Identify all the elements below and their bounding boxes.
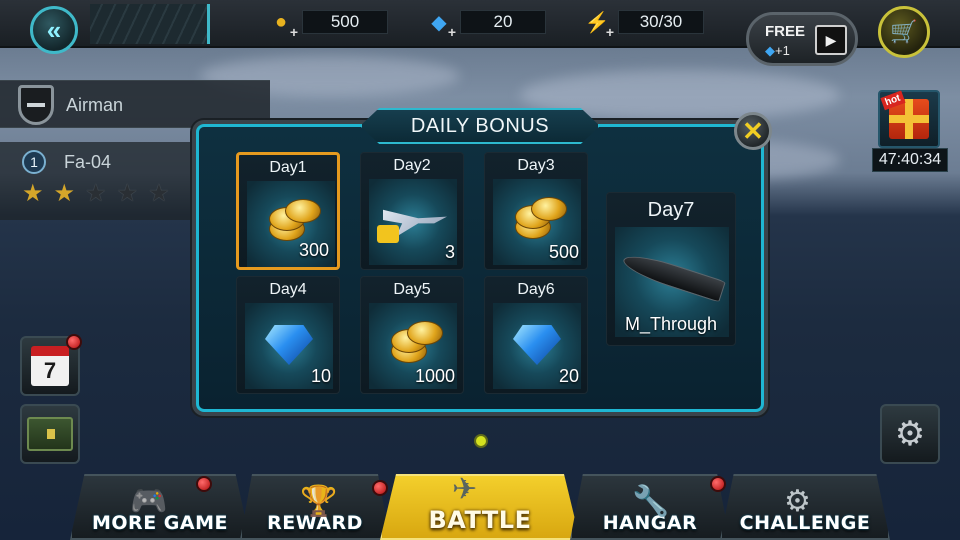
plane-name: Fa-04 — [64, 152, 112, 172]
gamepad-icon: 🎮 — [130, 485, 168, 518]
page-indicator — [474, 434, 488, 448]
wrench-icon: 🔧 — [632, 485, 670, 518]
reward-amount: 300 — [298, 240, 329, 260]
day-cell-4[interactable]: Day4 10 — [236, 276, 340, 394]
day-cell-7[interactable]: Day7 M_Through — [606, 192, 736, 346]
level-badge: 1 — [22, 150, 46, 174]
day-cell-3[interactable]: Day3 500 — [484, 152, 588, 270]
jet-part-icon — [369, 179, 457, 265]
gem-icon: ◆ — [765, 43, 775, 58]
bottom-nav: 🎮 MORE GAME 🏆 REWARD ✈ BATTLE 🔧 HANGAR ⚙… — [70, 474, 900, 540]
star-filled-icon: ★ — [53, 180, 76, 207]
reward-amount: 10 — [310, 366, 331, 386]
day-label: Day1 — [269, 159, 307, 176]
shop-button[interactable]: 🛒 — [878, 6, 930, 58]
crate-icon — [27, 417, 73, 451]
reward-name: M_Through — [624, 314, 718, 334]
star-rating: ★ ★ ★ ★ ★ — [22, 182, 170, 206]
jet-icon: ✈ — [452, 473, 478, 506]
day-cell-1[interactable]: Day1 300 — [236, 152, 340, 270]
notification-dot — [66, 334, 82, 350]
rank-row: Airman — [0, 80, 270, 128]
star-empty-icon: ★ — [85, 180, 107, 207]
reward-amount: 1000 — [414, 366, 455, 386]
day-cell-6[interactable]: Day6 20 — [484, 276, 588, 394]
video-play-icon: ▶ — [815, 25, 847, 55]
back-button[interactable]: « — [30, 6, 78, 54]
free-reward: ◆+1 — [765, 43, 790, 58]
supply-crate-button[interactable] — [20, 404, 80, 464]
hot-gift-button[interactable]: hot — [878, 90, 940, 148]
day-label: Day3 — [517, 157, 555, 174]
dialog-title: DAILY BONUS — [360, 108, 600, 144]
coins-add-icon[interactable]: ● + — [266, 8, 298, 41]
day-cell-2[interactable]: Day2 3 — [360, 152, 464, 270]
challenge-button[interactable]: ⚙ CHALLENGE — [720, 474, 890, 540]
more-game-button[interactable]: 🎮 MORE GAME — [70, 474, 250, 540]
battle-button[interactable]: ✈ BATTLE — [380, 474, 580, 540]
plane-row: 1 Fa-04 ★ ★ ★ ★ ★ — [0, 142, 200, 220]
free-video-button[interactable]: FREE ◆+1 ▶ — [746, 12, 858, 66]
double-chevron-left-icon: « — [46, 14, 62, 45]
free-label: FREE — [765, 23, 806, 40]
trophy-icon: 🏆 — [300, 485, 338, 518]
gift-timer: 47:40:34 — [872, 148, 948, 172]
rank-shield-icon — [18, 85, 54, 125]
day-label: Day4 — [269, 281, 307, 298]
top-bar-decoration — [90, 4, 210, 44]
rank-name: Airman — [66, 95, 124, 115]
puzzle-icon — [377, 225, 399, 243]
cart-icon: 🛒 — [890, 19, 918, 44]
energy-counter[interactable]: ⚡ + 30/30 — [582, 8, 704, 41]
close-icon: ✕ — [742, 115, 764, 146]
day-cell-5[interactable]: Day5 1000 — [360, 276, 464, 394]
star-empty-icon: ★ — [116, 180, 139, 207]
notification-dot — [710, 476, 726, 492]
calendar-icon: 7 — [31, 346, 69, 386]
star-filled-icon: ★ — [22, 180, 44, 207]
day-label: Day2 — [393, 157, 431, 174]
battle-label: BATTLE — [428, 506, 532, 534]
day-label: Day7 — [647, 199, 695, 221]
energy-value: 30/30 — [618, 10, 704, 34]
energy-add-icon[interactable]: ⚡ + — [582, 8, 614, 41]
settings-button[interactable]: ⚙ — [880, 404, 940, 464]
gear-icon: ⚙ — [894, 415, 926, 453]
gems-value: 20 — [460, 10, 546, 34]
gems-add-icon[interactable]: ◆ + — [424, 8, 456, 41]
notification-dot — [196, 476, 212, 492]
coins-counter[interactable]: ● + 500 — [266, 8, 388, 41]
hangar-button[interactable]: 🔧 HANGAR — [570, 474, 730, 540]
reward-button[interactable]: 🏆 REWARD — [240, 474, 390, 540]
gatling-gun-icon: ⚙ — [784, 485, 811, 518]
gems-counter[interactable]: ◆ + 20 — [424, 8, 546, 41]
star-empty-icon: ★ — [148, 180, 170, 207]
notification-dot — [372, 480, 388, 496]
reward-amount: 500 — [548, 242, 579, 262]
reward-amount: 3 — [444, 242, 455, 262]
coins-value: 500 — [302, 10, 388, 34]
close-button[interactable]: ✕ — [734, 112, 772, 150]
day-label: Day6 — [517, 281, 555, 298]
reward-amount: 20 — [558, 366, 579, 386]
day-label: Day5 — [393, 281, 431, 298]
